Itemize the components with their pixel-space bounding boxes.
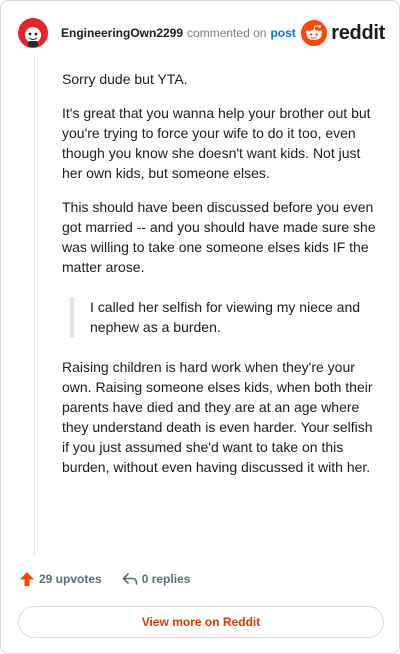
reddit-snoo-icon [301, 20, 328, 46]
username-link[interactable]: EngineeringOwn2299 [61, 26, 183, 40]
thread-line[interactable] [34, 55, 35, 555]
reddit-wordmark: reddit [331, 21, 385, 44]
user-avatar[interactable] [17, 17, 49, 49]
snoo-avatar-icon [18, 18, 48, 48]
upvote-arrow-icon [20, 572, 34, 586]
comment-actions: 29 upvotes 0 replies [19, 571, 190, 587]
comment-body: Sorry dude but YTA. It's great that you … [62, 69, 380, 491]
comment-paragraph: This should have been discussed before y… [62, 199, 376, 275]
comment-paragraph: Sorry dude but YTA. [62, 71, 188, 87]
comment-header: EngineeringOwn2299 commented on post red… [17, 15, 385, 51]
reply-button[interactable]: 0 replies [122, 571, 191, 587]
reply-count: 0 replies [141, 572, 191, 586]
view-more-on-reddit-button[interactable]: View more on Reddit [18, 606, 384, 638]
reddit-brand[interactable]: reddit [301, 17, 385, 49]
comment-paragraph: It's great that you wanna help your brot… [62, 105, 371, 181]
blockquote: I called her selfish for viewing my niec… [70, 297, 380, 337]
upvote-count: 29 upvotes [39, 572, 102, 586]
quote-text: I called her selfish for viewing my niec… [90, 299, 361, 335]
post-link[interactable]: post [270, 26, 295, 40]
reply-arrow-icon [122, 573, 138, 585]
commented-on-text: commented on [187, 26, 267, 40]
comment-meta: EngineeringOwn2299 commented on post [61, 17, 296, 49]
comment-paragraph: Raising children is hard work when they'… [62, 359, 373, 475]
upvote-button[interactable]: 29 upvotes [19, 571, 102, 587]
embed-card: EngineeringOwn2299 commented on post red… [0, 0, 400, 654]
